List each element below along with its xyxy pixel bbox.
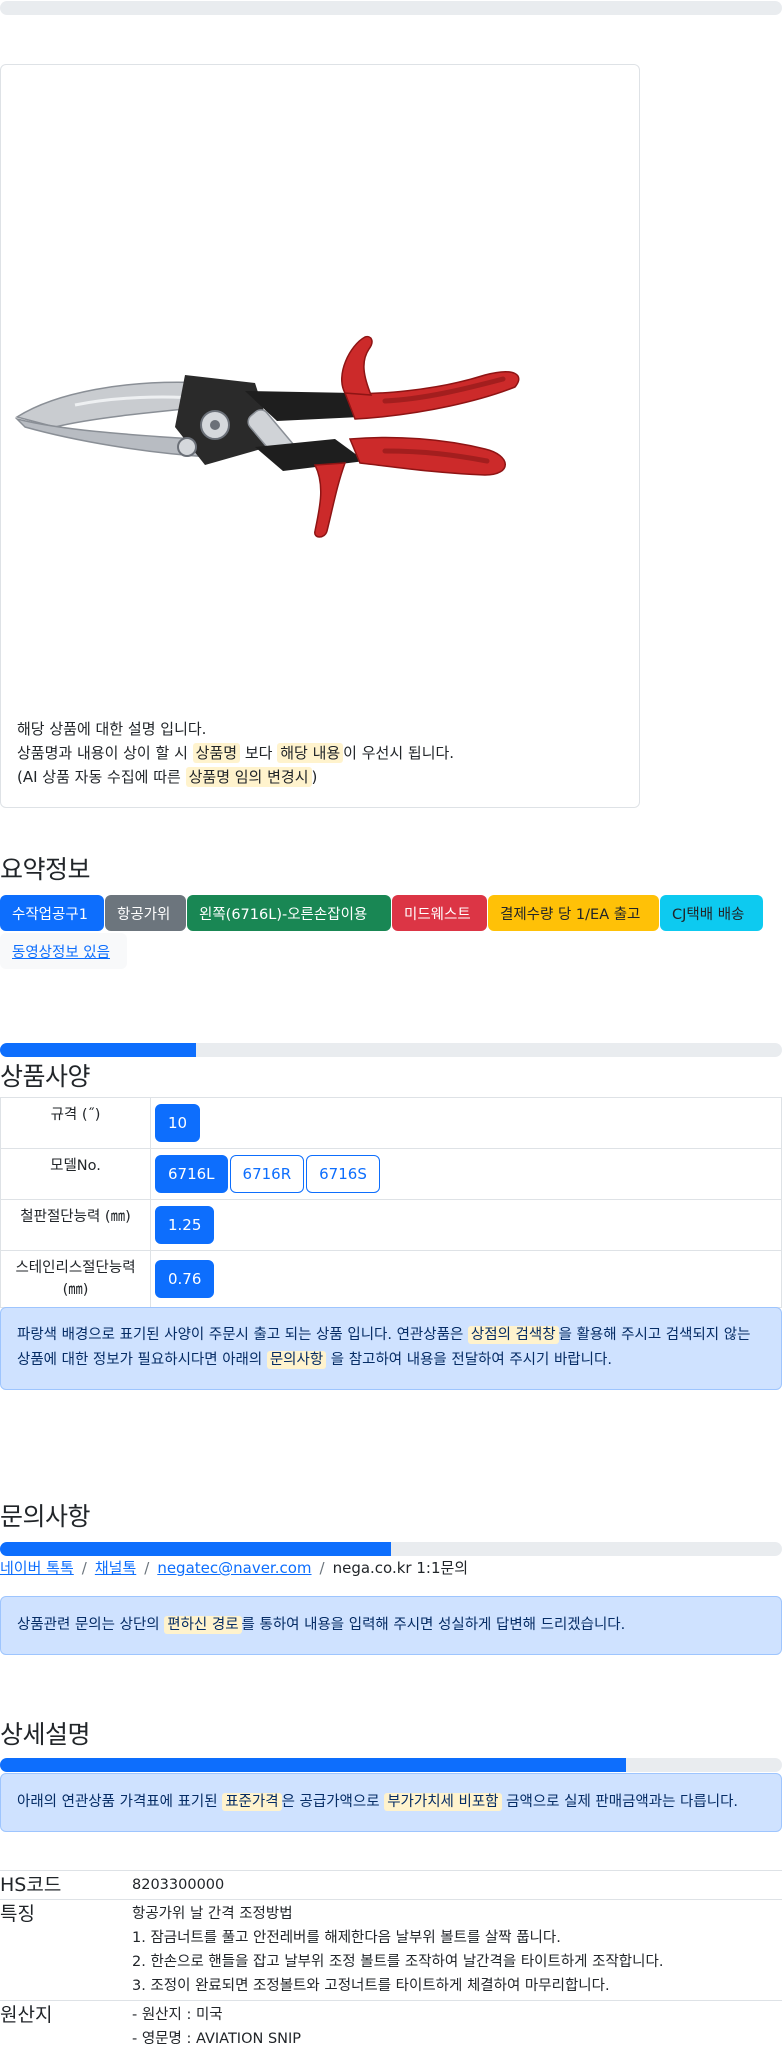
alert-highlight-route: 편하신 경로	[164, 1616, 242, 1634]
info-row: 특징 항공가위 날 간격 조정방법 1. 잠금너트를 풀고 안전레버를 해제한다…	[0, 1899, 782, 2001]
badge-category[interactable]: 수작업공구1	[0, 895, 104, 931]
spec-values: 10	[150, 1097, 782, 1149]
spec-values: 1.25	[150, 1199, 782, 1251]
caption-line-3: (AI 상품 자동 수집에 따른 상품명 임의 변경시)	[17, 767, 318, 787]
detail-info-table: HS코드 8203300000 특징 항공가위 날 간격 조정방법 1. 잠금너…	[0, 1870, 782, 2051]
spec-progress	[0, 1043, 782, 1057]
spec-key: 스테인리스절단능력 (㎜)	[0, 1250, 151, 1308]
summary-title: 요약정보	[0, 855, 91, 884]
spec-key: 모델No.	[0, 1148, 151, 1200]
naver-talktalk-link[interactable]: 네이버 톡톡	[0, 1559, 74, 1577]
spec-title: 상품사양	[0, 1062, 91, 1091]
spec-row: 철판절단능력 (㎜) 1.25	[0, 1199, 782, 1251]
detail-progress-fill	[0, 1758, 626, 1772]
detail-progress	[0, 1758, 782, 1772]
alert-highlight-search: 상점의 검색창	[467, 1326, 559, 1344]
spec-option-6716l[interactable]: 6716L	[155, 1155, 228, 1193]
caption-highlight-content: 해당 내용	[277, 743, 344, 763]
spec-row: 스테인리스절단능력 (㎜) 0.76	[0, 1250, 782, 1308]
badge-brand[interactable]: 미드웨스트	[392, 895, 487, 931]
info-row: HS코드 8203300000	[0, 1870, 782, 1900]
spec-key: 철판절단능력 (㎜)	[0, 1199, 151, 1251]
alert-highlight-vat: 부가가치세 비포함	[384, 1793, 502, 1811]
spec-option-size-10[interactable]: 10	[155, 1104, 201, 1142]
caption-highlight-product-name: 상품명	[192, 743, 241, 763]
spec-alert: 파랑색 배경으로 표기된 사양이 주문시 출고 되는 상품 입니다. 연관상품은…	[0, 1307, 782, 1390]
site-inquiry-text: nega.co.kr 1:1문의	[332, 1559, 469, 1577]
inquiry-title: 문의사항	[0, 1502, 91, 1531]
inquiry-progress	[0, 1542, 782, 1556]
info-key: 특징	[0, 1899, 132, 2001]
info-row: 원산지 - 원산지 : 미국 - 영문명 : AVIATION SNIP	[0, 2000, 782, 2051]
spec-option-steel-cut[interactable]: 1.25	[155, 1206, 215, 1244]
info-value: 8203300000	[132, 1870, 782, 1900]
channeltalk-link[interactable]: 채널톡	[95, 1559, 136, 1577]
spec-key: 규격 (˝)	[0, 1097, 151, 1149]
spec-values: 0.76	[150, 1250, 782, 1308]
badge-video-info[interactable]: 동영상정보 있음	[0, 933, 127, 969]
alert-highlight-inquiry: 문의사항	[266, 1351, 327, 1369]
product-image-card: 해당 상품에 대한 설명 입니다. 상품명과 내용이 상이 할 시 상품명 보다…	[0, 64, 640, 808]
spec-values: 6716L 6716R 6716S	[150, 1148, 782, 1200]
badge-shipping-qty[interactable]: 결제수량 당 1/EA 출고	[488, 895, 659, 931]
caption-line-1: 해당 상품에 대한 설명 입니다.	[17, 720, 207, 738]
detail-alert: 아래의 연관상품 가격표에 표기된 표준가격 은 공급가액으로 부가가치세 비포함…	[0, 1773, 782, 1832]
badge-courier[interactable]: CJ택배 배송	[660, 895, 763, 931]
spec-option-stainless-cut[interactable]: 0.76	[155, 1260, 215, 1298]
spec-row: 규격 (˝) 10	[0, 1097, 782, 1149]
spec-progress-fill	[0, 1043, 196, 1057]
inquiry-channels: 네이버 톡톡 / 채널톡 / negatec@naver.com / nega.co.kr …	[0, 1559, 469, 1577]
email-link[interactable]: negatec@naver.com	[157, 1559, 311, 1577]
alert-highlight-standard-price: 표준가격	[222, 1793, 282, 1811]
top-bar	[0, 1, 782, 15]
info-key: 원산지	[0, 2000, 132, 2051]
aviation-snip-image	[15, 335, 520, 538]
info-value: 항공가위 날 간격 조정방법 1. 잠금너트를 풀고 안전레버를 해제한다음 날…	[132, 1899, 782, 2001]
badge-type[interactable]: 항공가위	[105, 895, 186, 931]
inquiry-alert: 상품관련 문의는 상단의 편하신 경로 를 통하여 내용을 입력해 주시면 성실하…	[0, 1596, 782, 1655]
spec-option-6716s[interactable]: 6716S	[306, 1155, 380, 1193]
spec-row: 모델No. 6716L 6716R 6716S	[0, 1148, 782, 1200]
spec-option-6716r[interactable]: 6716R	[229, 1155, 305, 1193]
image-caption: 해당 상품에 대한 설명 입니다. 상품명과 내용이 상이 할 시 상품명 보다…	[17, 717, 627, 789]
spec-table: 규격 (˝) 10 모델No. 6716L 6716R 6716S 철판절단능력 (…	[0, 1097, 782, 1308]
info-key: HS코드	[0, 1870, 132, 1900]
caption-line-2: 상품명과 내용이 상이 할 시 상품명 보다 해당 내용 이 우선시 됩니다.	[17, 743, 455, 763]
caption-highlight-change: 상품명 임의 변경시	[185, 767, 312, 787]
detail-title: 상세설명	[0, 1720, 91, 1749]
badge-variant[interactable]: 왼쪽(6716L)-오른손잡이용	[187, 895, 391, 931]
info-value: - 원산지 : 미국 - 영문명 : AVIATION SNIP	[132, 2000, 782, 2051]
inquiry-progress-fill	[0, 1542, 391, 1556]
